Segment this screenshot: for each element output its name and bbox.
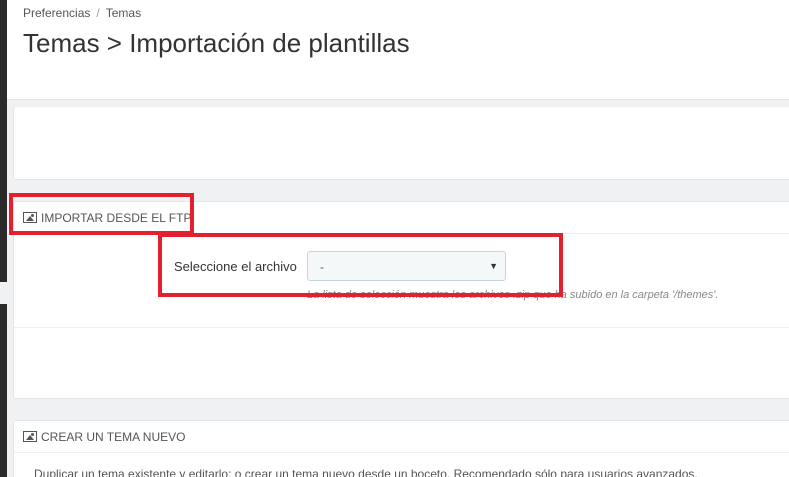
new-theme-panel-title: CREAR UN TEMA NUEVO bbox=[41, 429, 186, 444]
breadcrumb-separator: / bbox=[96, 6, 100, 20]
sidebar-edge bbox=[0, 0, 7, 477]
upload-panel bbox=[13, 107, 789, 180]
new-theme-panel-heading: CREAR UN TEMA NUEVO bbox=[14, 421, 789, 453]
panel-divider bbox=[14, 327, 789, 328]
new-theme-panel: CREAR UN TEMA NUEVO Duplicar un tema exi… bbox=[13, 420, 789, 477]
breadcrumb-item-temas[interactable]: Temas bbox=[106, 6, 141, 20]
highlight-box-ftp-heading bbox=[9, 193, 194, 235]
highlight-box-file-select bbox=[158, 233, 563, 297]
breadcrumb-item-preferencias[interactable]: Preferencias bbox=[23, 6, 90, 20]
page-header: Preferencias / Temas Temas > Importación d… bbox=[7, 0, 789, 100]
image-icon bbox=[23, 431, 37, 442]
breadcrumb: Preferencias / Temas bbox=[23, 6, 141, 20]
new-theme-description: Duplicar un tema existente y editarlo; o… bbox=[34, 467, 698, 477]
page-title: Temas > Importación de plantillas bbox=[23, 28, 410, 58]
